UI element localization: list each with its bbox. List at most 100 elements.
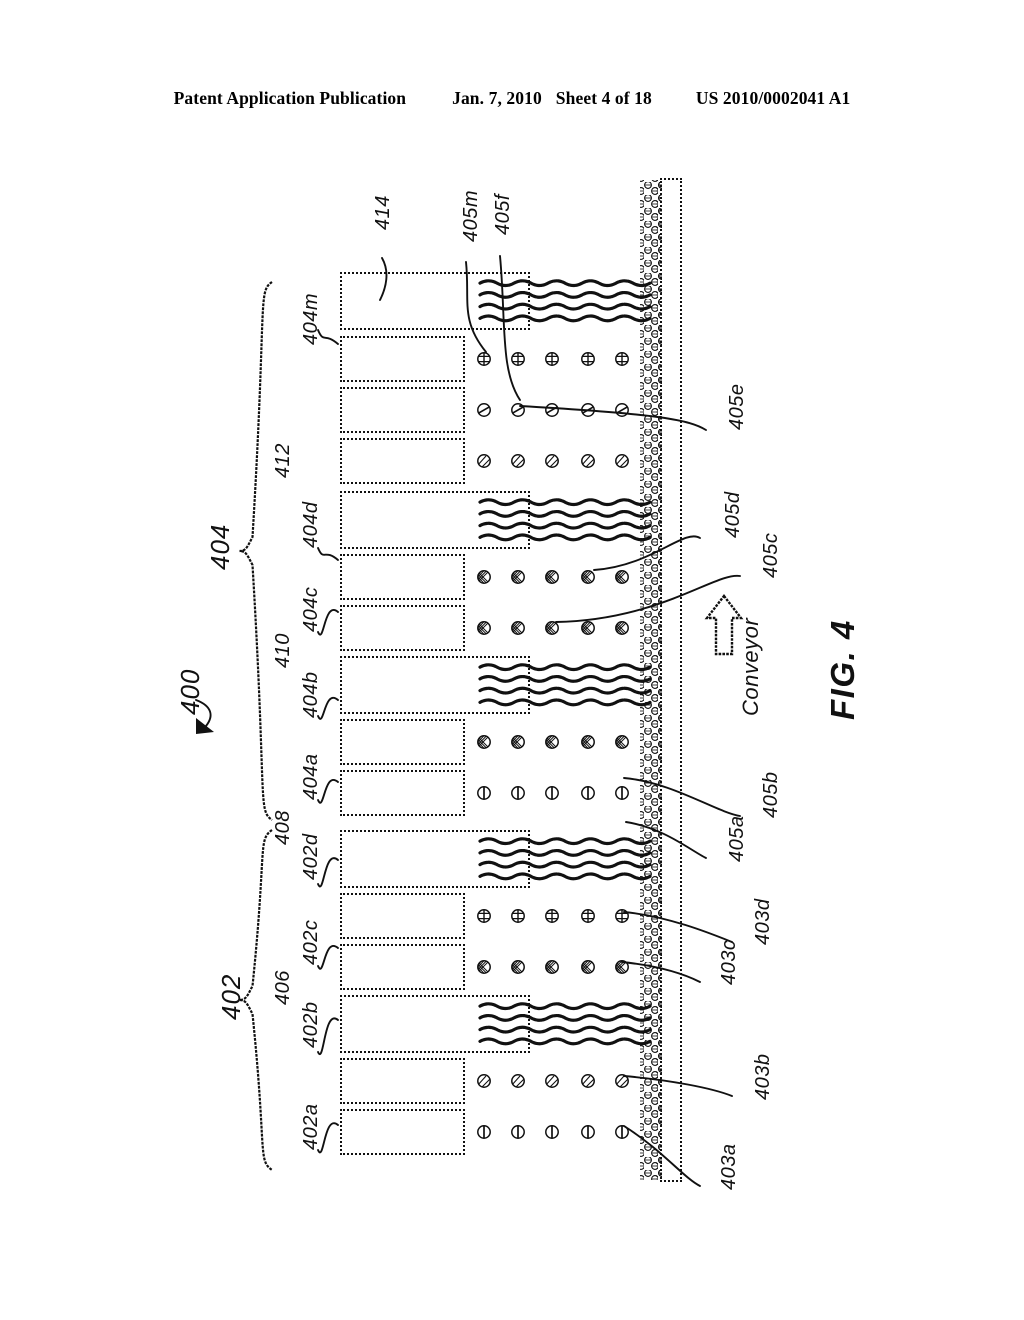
process-chamber-wide — [340, 830, 530, 888]
reference-label-402: 402 — [216, 973, 246, 1020]
module-dot-crosshatch — [477, 352, 491, 366]
leader-405c — [555, 574, 741, 623]
process-chamber-narrow — [340, 1109, 465, 1155]
module-dot-crosshatch — [581, 909, 595, 923]
module-dot-bar — [511, 1125, 525, 1139]
module-dot-bar — [545, 1125, 559, 1139]
module-dot-dense — [545, 621, 559, 635]
module-dot-bar — [581, 1125, 595, 1139]
leader-405d — [593, 535, 701, 571]
reference-label-414: 414 — [372, 195, 394, 230]
module-dot-dense — [615, 735, 629, 749]
module-dot-light — [545, 1074, 559, 1088]
module-dot-bar — [545, 786, 559, 800]
process-chamber-narrow — [340, 719, 465, 765]
reference-label-405c: 405c — [760, 532, 782, 578]
reference-label-406: 406 — [272, 970, 294, 1005]
module-dot-crosshatch — [615, 909, 629, 923]
module-dot-slash — [511, 403, 525, 417]
module-dot-crosshatch — [511, 909, 525, 923]
module-dot-dense — [615, 621, 629, 635]
reference-label-404b: 404b — [300, 671, 322, 719]
module-dot-light — [511, 1074, 525, 1088]
module-dot-bar — [511, 786, 525, 800]
module-dot-crosshatch — [581, 352, 595, 366]
module-dot-light — [511, 454, 525, 468]
module-dot-bar — [477, 1125, 491, 1139]
module-dot-crosshatch — [615, 352, 629, 366]
module-dot-dense — [545, 735, 559, 749]
reference-label-404a: 404a — [300, 753, 322, 801]
process-chamber-narrow — [340, 387, 465, 433]
process-chamber-wide — [340, 272, 530, 330]
figure-caption: FIG. 4 — [824, 619, 861, 720]
module-dot-dense — [545, 960, 559, 974]
reference-label-405f: 405f — [492, 194, 514, 235]
conveyor-bead-texture — [640, 180, 662, 1180]
reference-label-403b: 403b — [752, 1053, 774, 1101]
module-dot-dense — [511, 621, 525, 635]
conveyor-direction-arrow — [704, 594, 744, 656]
module-dot-light — [615, 454, 629, 468]
reference-label-404c: 404c — [300, 586, 322, 632]
process-chamber-narrow — [340, 770, 465, 816]
process-chamber-wide — [340, 656, 530, 714]
module-dot-crosshatch — [545, 352, 559, 366]
module-dot-dense — [581, 735, 595, 749]
module-dot-light — [581, 1074, 595, 1088]
module-dot-light — [545, 454, 559, 468]
module-dot-dense — [545, 570, 559, 584]
module-dot-light — [477, 454, 491, 468]
module-dot-slash — [615, 403, 629, 417]
reference-label-405m: 405m — [460, 189, 482, 242]
module-dot-crosshatch — [477, 909, 491, 923]
reference-label-408: 408 — [272, 810, 294, 845]
module-dot-dense — [581, 621, 595, 635]
reference-label-402d: 402d — [300, 833, 322, 881]
reference-label-400: 400 — [175, 668, 205, 715]
module-dot-dense — [477, 570, 491, 584]
module-dot-dense — [615, 570, 629, 584]
reference-label-404m: 404m — [300, 292, 322, 345]
module-dot-light — [581, 454, 595, 468]
module-dot-bar — [615, 786, 629, 800]
conveyor-label: Conveyor — [738, 617, 763, 716]
patent-figure-4: 400 404 412 410 404m 404d 404c 404b 404a 408 402 40… — [0, 0, 1024, 1320]
process-chamber-narrow — [340, 554, 465, 600]
module-dot-dense — [511, 960, 525, 974]
module-dot-dense — [511, 735, 525, 749]
process-chamber-narrow — [340, 336, 465, 382]
process-chamber-wide — [340, 995, 530, 1053]
module-dot-dense — [477, 960, 491, 974]
reference-label-405b: 405b — [760, 771, 782, 819]
reference-label-402b: 402b — [300, 1001, 322, 1049]
module-dot-crosshatch — [545, 909, 559, 923]
reference-label-403a: 403a — [718, 1143, 740, 1191]
process-chamber-narrow — [340, 893, 465, 939]
process-chamber-narrow — [340, 438, 465, 484]
module-dot-crosshatch — [511, 352, 525, 366]
leader-left-1 — [317, 547, 339, 561]
module-dot-light — [615, 1074, 629, 1088]
reference-label-403c: 403c — [718, 939, 740, 985]
reference-label-404d: 404d — [300, 501, 322, 549]
module-dot-light — [477, 1074, 491, 1088]
reference-label-403d: 403d — [752, 898, 774, 946]
leader-405b — [623, 777, 741, 817]
module-dot-dense — [615, 960, 629, 974]
reference-label-412: 412 — [272, 443, 294, 478]
module-dot-dense — [477, 735, 491, 749]
module-dot-slash — [545, 403, 559, 417]
reference-label-404: 404 — [205, 523, 235, 570]
reference-label-405a: 405a — [726, 815, 748, 863]
reference-label-402c: 402c — [300, 919, 322, 965]
conveyor-body — [660, 178, 682, 1182]
system-pointer-arrowhead — [196, 718, 214, 734]
module-dot-bar — [581, 786, 595, 800]
reference-label-402a: 402a — [300, 1103, 322, 1151]
module-dot-bar — [477, 786, 491, 800]
process-chamber-narrow — [340, 1058, 465, 1104]
reference-label-405e: 405e — [726, 383, 748, 431]
process-chamber-wide — [340, 491, 530, 549]
module-dot-dense — [511, 570, 525, 584]
